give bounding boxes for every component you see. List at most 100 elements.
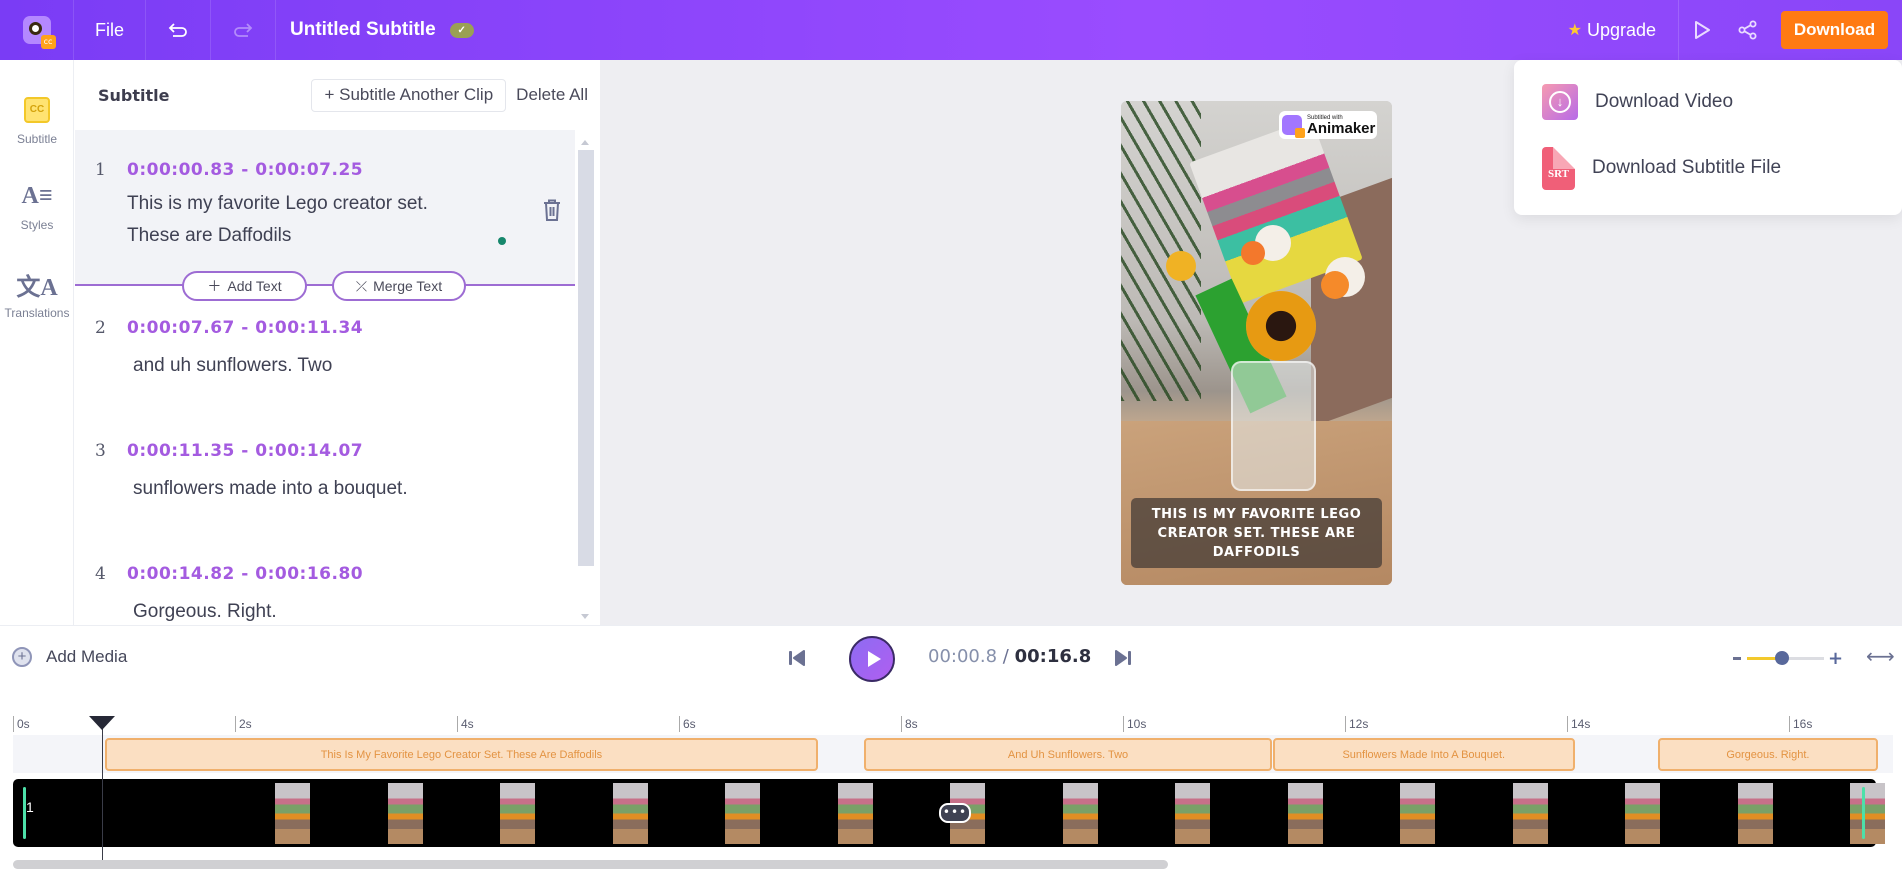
project-title[interactable]: Untitled Subtitle ✓ <box>276 0 474 60</box>
row-text[interactable]: sunflowers made into a bouquet. <box>133 473 408 505</box>
video-thumbnail <box>1400 783 1435 844</box>
row-text[interactable]: This is my favorite Lego creator set. Th… <box>127 188 428 252</box>
row-time[interactable]: 0:00:11.35 - 0:00:14.07 <box>127 441 363 461</box>
redo-icon <box>234 23 253 37</box>
row-text-line: These are Daffodils <box>127 225 292 246</box>
video-thumbnail <box>275 783 310 844</box>
video-thumbnail <box>612 783 648 844</box>
play-icon <box>867 651 881 667</box>
ruler-tick: 8s <box>901 716 918 732</box>
zoom-out-button[interactable] <box>1733 657 1741 660</box>
upgrade-button[interactable]: ★ Upgrade <box>1554 0 1679 60</box>
download-video-label: Download Video <box>1595 91 1734 112</box>
row-number: 4 <box>95 564 106 584</box>
subtitle-row[interactable]: 2 0:00:07.67 - 0:00:11.34 and uh sunflow… <box>75 302 575 422</box>
subtitle-segment[interactable]: This Is My Favorite Lego Creator Set. Th… <box>105 738 818 771</box>
playhead-line[interactable] <box>101 726 103 864</box>
timeline: 0s 2s 4s 6s 8s 10s 12s 14s 16s This Is My Favori… <box>0 690 1902 872</box>
video-thumbnail <box>387 783 423 844</box>
upgrade-label: Upgrade <box>1586 19 1656 40</box>
timeline-scrollbar[interactable] <box>13 860 1168 869</box>
video-daffodil <box>1241 241 1265 265</box>
delete-all-button[interactable]: Delete All <box>516 85 588 105</box>
watermark-brand: Animaker <box>1307 119 1376 137</box>
download-subtitle-file-item[interactable]: SRT Download Subtitle File <box>1542 146 1781 190</box>
video-jar <box>1231 361 1316 491</box>
time-ruler[interactable]: 0s 2s 4s 6s 8s 10s 12s 14s 16s <box>0 716 1902 736</box>
translate-icon: 文A <box>16 274 58 301</box>
video-track[interactable]: 1 ••• <box>13 779 1885 847</box>
share-button[interactable] <box>1725 0 1771 60</box>
scroll-thumb[interactable] <box>578 150 594 566</box>
list-scrollbar[interactable] <box>577 140 594 625</box>
video-thumbnail <box>1850 783 1885 844</box>
fit-timeline-icon[interactable]: ⟷ <box>1866 644 1895 668</box>
rail-item-translations[interactable]: 文A Translations <box>0 270 74 321</box>
add-text-button[interactable]: ＋ Add Text <box>182 271 307 301</box>
subtitle-another-clip-button[interactable]: + Subtitle Another Clip <box>311 78 507 112</box>
subtitle-row[interactable]: 3 0:00:11.35 - 0:00:14.07 sunflowers mad… <box>75 425 575 545</box>
project-title-text: Untitled Subtitle <box>290 19 436 40</box>
skip-forward-icon[interactable] <box>1113 648 1133 668</box>
add-media-label: Add Media <box>46 647 128 666</box>
zoom-slider-knob[interactable] <box>1774 651 1789 665</box>
download-button[interactable]: Download <box>1781 11 1888 49</box>
ruler-tick: 12s <box>1345 716 1368 732</box>
playback-controls: + Add Media 00:00.8 / 00:16.8 + ⟷ <box>0 625 1902 690</box>
time-readout: 00:00.8 / 00:16.8 <box>928 646 1091 667</box>
preview-play-button[interactable] <box>1679 0 1725 60</box>
ruler-tick: 2s <box>235 716 252 732</box>
caption-overlay[interactable]: This is my favorite Lego creator set. Th… <box>1131 498 1382 568</box>
rail-label: Translations <box>4 306 70 320</box>
download-video-item[interactable]: ↓ Download Video <box>1542 80 1733 124</box>
add-media-button[interactable]: + Add Media <box>12 647 127 667</box>
more-options-icon[interactable]: ••• <box>939 803 971 823</box>
subtitle-row[interactable]: 1 0:00:00.83 - 0:00:07.25 This is my fav… <box>75 130 575 285</box>
ruler-tick: 16s <box>1789 716 1812 732</box>
file-menu[interactable]: File <box>74 0 146 60</box>
star-icon: ★ <box>1567 22 1582 39</box>
subtitle-row[interactable]: 4 0:00:14.82 - 0:00:16.80 Gorgeous. Righ… <box>75 548 575 625</box>
video-preview[interactable]: Subtitled with Animaker This is my favor… <box>1121 101 1392 585</box>
rail-item-styles[interactable]: A≡ Styles <box>0 182 74 233</box>
trim-handle-right[interactable] <box>1862 787 1865 839</box>
panel-title: Subtitle <box>98 85 170 105</box>
add-text-label: Add Text <box>227 278 282 294</box>
subtitle-panel: Subtitle + Subtitle Another Clip Delete … <box>75 60 600 625</box>
undo-button[interactable] <box>146 0 211 60</box>
total-time: 00:16.8 <box>1014 646 1092 667</box>
play-button[interactable] <box>849 636 895 682</box>
scroll-up-arrow-icon[interactable] <box>581 140 589 145</box>
download-video-icon: ↓ <box>1542 84 1578 120</box>
zoom-in-button[interactable]: + <box>1828 648 1843 669</box>
video-thumbnail <box>1287 783 1323 844</box>
caption-text: This is my favorite Lego creator set. Th… <box>1151 506 1362 560</box>
subtitle-segment[interactable]: Sunflowers Made Into A Bouquet. <box>1272 738 1575 771</box>
row-text[interactable]: Gorgeous. Right. <box>133 596 277 625</box>
row-time[interactable]: 0:00:00.83 - 0:00:07.25 <box>127 160 363 180</box>
merge-text-label: Merge Text <box>373 278 443 294</box>
row-text[interactable]: and uh sunflowers. Two <box>133 350 332 382</box>
subtitle-track: This Is My Favorite Lego Creator Set. Th… <box>13 735 1893 773</box>
text-style-icon: A≡ <box>21 182 53 209</box>
scroll-down-arrow-icon[interactable] <box>581 614 589 619</box>
merge-text-button[interactable]: ⤫ Merge Text <box>332 271 466 301</box>
play-outline-icon <box>1695 21 1710 39</box>
top-bar: File Untitled Subtitle ✓ ★ Upgrade Downl… <box>0 0 1902 60</box>
animaker-logo-icon <box>1282 115 1305 138</box>
subtitle-segment[interactable]: Gorgeous. Right. <box>1658 738 1878 771</box>
redo-button[interactable] <box>211 0 276 60</box>
rail-item-subtitle[interactable]: CC Subtitle <box>0 96 74 146</box>
subtitle-segment[interactable]: And Uh Sunflowers. Two <box>864 738 1272 771</box>
video-thumbnail <box>500 783 535 844</box>
srt-file-icon: SRT <box>1542 146 1575 190</box>
video-thumbnail <box>1625 783 1660 844</box>
skip-back-icon[interactable] <box>787 648 807 668</box>
app-logo[interactable] <box>0 0 74 60</box>
playhead-handle[interactable] <box>88 716 115 730</box>
row-text-line: This is my favorite Lego creator set. <box>127 193 428 214</box>
trash-icon[interactable] <box>541 198 563 222</box>
row-time[interactable]: 0:00:14.82 - 0:00:16.80 <box>127 564 363 584</box>
row-time[interactable]: 0:00:07.67 - 0:00:11.34 <box>127 318 363 338</box>
row-divider <box>75 284 575 286</box>
